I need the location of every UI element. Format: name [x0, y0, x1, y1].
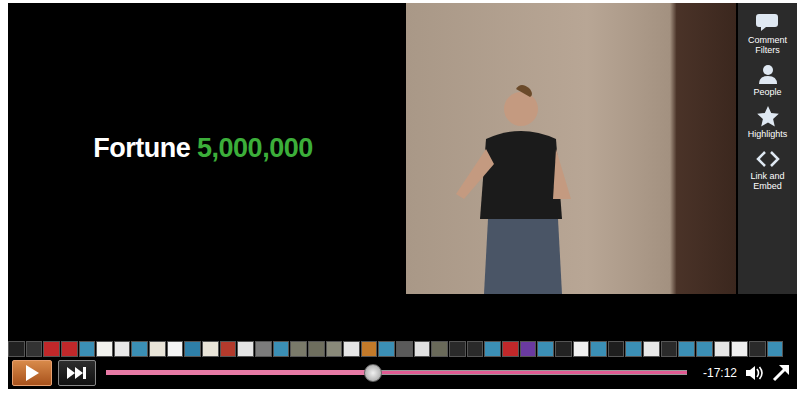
side-menu: Comment Filters People Highlights Link and …: [738, 3, 797, 294]
time-remaining: -17:12: [701, 364, 739, 382]
slide-thumbnail[interactable]: [555, 341, 572, 357]
code-brackets-icon: [756, 147, 780, 169]
slide-thumbnail[interactable]: [537, 341, 554, 357]
slide-panel: Fortune5,000,000: [8, 3, 398, 294]
slide-thumbnail[interactable]: [414, 341, 431, 357]
slide-thumbnail[interactable]: [131, 341, 148, 357]
slide-thumbnail[interactable]: [114, 341, 131, 357]
slide-title-part: 5,000,000: [197, 133, 313, 163]
control-bar: -17:12: [8, 357, 797, 389]
person-icon: [756, 63, 780, 85]
slide-thumbnail[interactable]: [767, 341, 784, 357]
slide-title: Fortune5,000,000: [93, 128, 312, 169]
sidebar-item[interactable]: Highlights: [738, 103, 797, 145]
slide-thumbnail[interactable]: [167, 341, 184, 357]
slide-thumbnail[interactable]: [661, 341, 678, 357]
speech-bubble-icon: [756, 11, 780, 33]
slide-thumbnail[interactable]: [643, 341, 660, 357]
slide-thumbnail[interactable]: [520, 341, 537, 357]
sidebar-label: Comment Filters: [740, 35, 795, 55]
sidebar-item[interactable]: People: [738, 61, 797, 103]
slide-thumbnail[interactable]: [61, 341, 78, 357]
slide-thumbnail[interactable]: [678, 341, 695, 357]
slide-thumbnail[interactable]: [237, 341, 254, 357]
slide-thumbnail[interactable]: [79, 341, 96, 357]
slide-thumbnail[interactable]: [8, 341, 25, 357]
sidebar-label: Highlights: [740, 129, 795, 139]
slide-thumbnail[interactable]: [184, 341, 201, 357]
slide-thumbnail[interactable]: [290, 341, 307, 357]
play-button[interactable]: [12, 360, 52, 386]
slide-thumbnail[interactable]: [449, 341, 466, 357]
slide-thumbnail[interactable]: [749, 341, 766, 357]
slide-thumbnail[interactable]: [149, 341, 166, 357]
slide-thumbnail[interactable]: [714, 341, 731, 357]
skip-forward-icon: [66, 366, 88, 380]
slide-thumbnail[interactable]: [308, 341, 325, 357]
expand-arrow-icon: [771, 363, 791, 383]
slide-thumbnail[interactable]: [326, 341, 343, 357]
slide-thumbnail[interactable]: [96, 341, 113, 357]
slide-title-part: Fortune: [93, 133, 190, 163]
progress-handle[interactable]: [364, 364, 382, 382]
slide-thumbnail[interactable]: [378, 341, 395, 357]
slide-thumbnail[interactable]: [731, 341, 748, 357]
slide-thumbnail[interactable]: [590, 341, 607, 357]
slide-thumbnail[interactable]: [43, 341, 60, 357]
sidebar-item[interactable]: Link and Embed: [738, 145, 797, 197]
progress-fill: [106, 370, 373, 375]
slide-thumbnail[interactable]: [608, 341, 625, 357]
speaker-icon: [745, 364, 765, 382]
slide-thumbnail[interactable]: [484, 341, 501, 357]
slide-thumbnail[interactable]: [502, 341, 519, 357]
sidebar-item[interactable]: Comment Filters: [738, 9, 797, 61]
fullscreen-button[interactable]: [771, 363, 791, 383]
slide-thumbnail[interactable]: [573, 341, 590, 357]
slide-thumbnail[interactable]: [625, 341, 642, 357]
slide-thumbnail[interactable]: [396, 341, 413, 357]
slide-timeline: [8, 341, 797, 357]
progress-track[interactable]: [106, 365, 687, 381]
star-icon: [756, 105, 780, 127]
slide-thumbnail[interactable]: [467, 341, 484, 357]
slide-thumbnail[interactable]: [26, 341, 43, 357]
slide-thumbnail[interactable]: [343, 341, 360, 357]
video-player: Fortune5,000,000 Comment Filters People Hig…: [8, 3, 797, 389]
slide-thumbnail[interactable]: [696, 341, 713, 357]
play-icon: [25, 365, 39, 381]
sidebar-label: Link and Embed: [740, 171, 795, 191]
slide-thumbnail[interactable]: [431, 341, 448, 357]
next-button[interactable]: [58, 360, 96, 386]
volume-button[interactable]: [745, 364, 765, 382]
slide-thumbnail[interactable]: [220, 341, 237, 357]
slide-thumbnail[interactable]: [255, 341, 272, 357]
sidebar-label: People: [740, 87, 795, 97]
speaker-figure: [446, 79, 596, 294]
slide-thumbnail[interactable]: [273, 341, 290, 357]
slide-thumbnail[interactable]: [202, 341, 219, 357]
slide-thumbnail[interactable]: [361, 341, 378, 357]
speaker-video[interactable]: [406, 3, 736, 294]
